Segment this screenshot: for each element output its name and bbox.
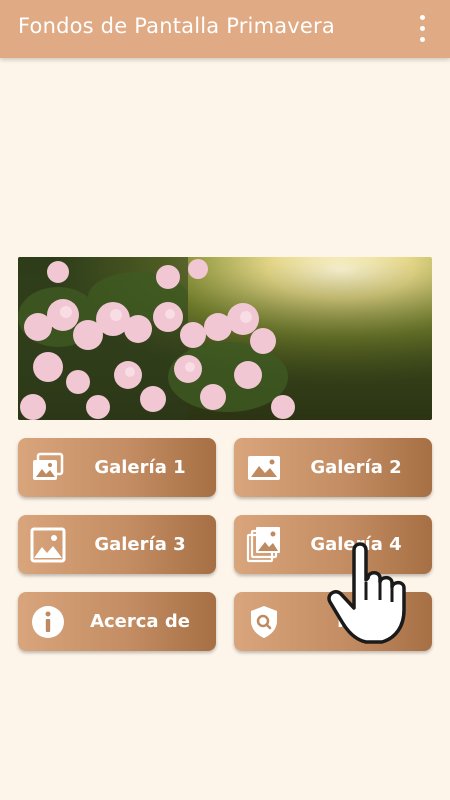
more-vert-icon[interactable] bbox=[416, 15, 428, 43]
app-bar: Fondos de Pantalla Primavera bbox=[0, 0, 450, 58]
gallery-stack-icon bbox=[30, 450, 66, 486]
about-button[interactable]: Acerca de bbox=[18, 592, 216, 651]
photo-icon bbox=[30, 527, 66, 563]
shield-search-icon bbox=[246, 604, 282, 640]
gallery-1-label: Galería 1 bbox=[94, 457, 186, 478]
pointing-hand-icon bbox=[326, 538, 418, 648]
app-title: Fondos de Pantalla Primavera bbox=[18, 14, 335, 38]
gallery-2-button[interactable]: Galería 2 bbox=[234, 438, 432, 497]
image-icon bbox=[246, 450, 282, 486]
gallery-3-label: Galería 3 bbox=[94, 534, 186, 555]
gallery-stack-icon bbox=[246, 527, 282, 563]
gallery-3-button[interactable]: Galería 3 bbox=[18, 515, 216, 574]
banner-image bbox=[18, 257, 432, 420]
gallery-1-button[interactable]: Galería 1 bbox=[18, 438, 216, 497]
info-icon bbox=[30, 604, 66, 640]
gallery-2-label: Galería 2 bbox=[310, 457, 402, 478]
about-label: Acerca de bbox=[90, 611, 190, 632]
